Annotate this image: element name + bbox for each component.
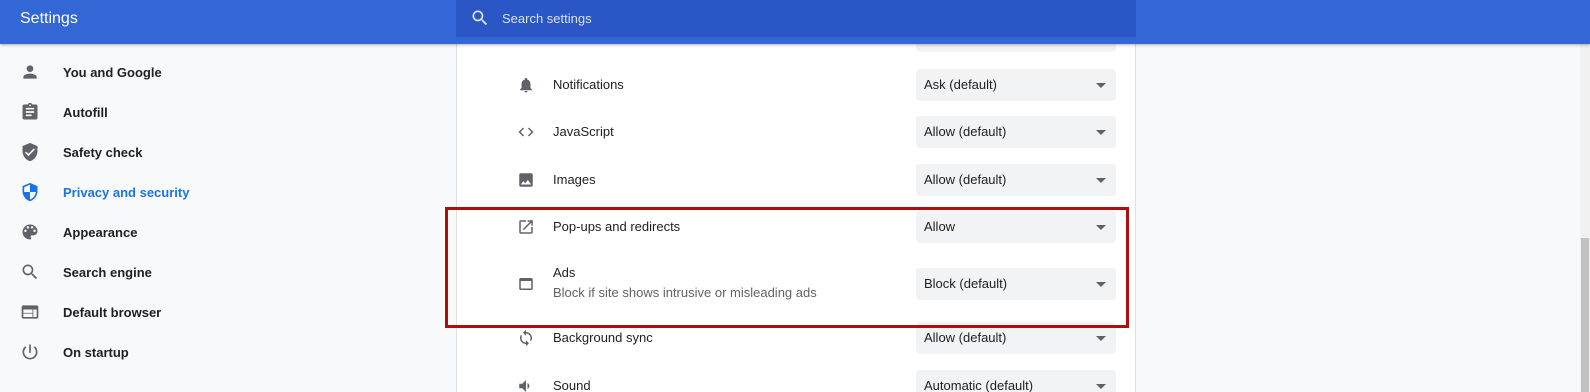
- sidebar-item-label: Search engine: [63, 264, 152, 280]
- images-dropdown[interactable]: Allow (default): [916, 164, 1116, 196]
- sidebar-item-label: On startup: [63, 344, 129, 360]
- sidebar-item-you-and-google[interactable]: You and Google: [0, 52, 420, 92]
- shield-check-icon: [20, 142, 40, 162]
- dropdown-arrow-icon: [1096, 384, 1106, 389]
- sidebar-item-privacy-and-security[interactable]: Privacy and security: [0, 172, 420, 212]
- dropdown-arrow-icon: [1096, 83, 1106, 88]
- popups-dropdown[interactable]: Allow: [916, 211, 1116, 243]
- setting-row-ads: Ads Block if site shows intrusive or mis…: [457, 265, 1135, 302]
- power-icon: [20, 342, 40, 362]
- setting-row-javascript: JavaScript Allow (default): [457, 116, 1135, 148]
- sidebar-item-appearance[interactable]: Appearance: [0, 212, 420, 252]
- sidebar-item-label: Autofill: [63, 104, 108, 120]
- scrollbar-thumb[interactable]: [1581, 238, 1589, 392]
- page-title: Settings: [20, 10, 78, 27]
- setting-row-sound: Sound Automatic (default): [457, 370, 1135, 392]
- top-bar: Settings: [0, 0, 1590, 44]
- search-box[interactable]: [456, 0, 1136, 37]
- browser-icon: [20, 302, 40, 322]
- setting-label: Background sync: [553, 330, 653, 345]
- dropdown-value: Block (default): [924, 276, 1008, 291]
- search-input[interactable]: [502, 5, 1102, 31]
- dropdown-value: Allow (default): [924, 330, 1007, 345]
- dropdown-value: Ask (default): [924, 77, 997, 92]
- sound-dropdown[interactable]: Automatic (default): [916, 370, 1116, 392]
- site-settings-card: Notifications Ask (default) JavaScript A…: [456, 0, 1136, 392]
- dropdown-value: Allow (default): [924, 124, 1007, 139]
- sidebar-item-safety-check[interactable]: Safety check: [0, 132, 420, 172]
- ads-dropdown[interactable]: Block (default): [916, 268, 1116, 300]
- palette-icon: [20, 222, 40, 242]
- setting-label: Images: [553, 172, 596, 187]
- clipboard-icon: [20, 102, 40, 122]
- setting-label: Ads: [553, 265, 576, 280]
- dropdown-value: Automatic (default): [924, 378, 1034, 392]
- sidebar-item-label: Safety check: [63, 144, 143, 160]
- dropdown-value: Allow (default): [924, 172, 1007, 187]
- setting-label: JavaScript: [553, 124, 614, 139]
- dropdown-arrow-icon: [1096, 225, 1106, 230]
- setting-row-popups: Pop-ups and redirects Allow: [457, 211, 1135, 243]
- volume-icon: [519, 380, 530, 392]
- open-in-new-icon: [519, 220, 533, 234]
- search-icon: [472, 10, 488, 26]
- notifications-dropdown[interactable]: Ask (default): [916, 69, 1116, 101]
- sidebar-item-default-browser[interactable]: Default browser: [0, 292, 420, 332]
- sidebar: You and Google Autofill Safety check Pri…: [0, 52, 420, 372]
- window-icon: [519, 278, 533, 290]
- setting-label: Pop-ups and redirects: [553, 219, 681, 234]
- setting-label: Notifications: [553, 77, 624, 92]
- sidebar-item-autofill[interactable]: Autofill: [0, 92, 420, 132]
- javascript-dropdown[interactable]: Allow (default): [916, 116, 1116, 148]
- dropdown-arrow-icon: [1096, 178, 1106, 183]
- person-icon: [20, 62, 40, 82]
- sidebar-item-label: Privacy and security: [63, 184, 190, 200]
- background-sync-dropdown[interactable]: Allow (default): [916, 322, 1116, 354]
- image-icon: [519, 173, 533, 187]
- sidebar-item-search-engine[interactable]: Search engine: [0, 252, 420, 292]
- dropdown-arrow-icon: [1096, 282, 1106, 287]
- sync-icon: [520, 329, 532, 347]
- dropdown-arrow-icon: [1096, 336, 1106, 341]
- setting-row-notifications: Notifications Ask (default): [457, 69, 1135, 101]
- sidebar-item-label: Default browser: [63, 304, 162, 320]
- setting-row-background-sync: Background sync Allow (default): [457, 322, 1135, 354]
- dropdown-arrow-icon: [1096, 130, 1106, 135]
- search-icon: [20, 262, 40, 282]
- sidebar-item-label: You and Google: [63, 64, 162, 80]
- setting-row-images: Images Allow (default): [457, 164, 1135, 196]
- shield-icon: [20, 182, 40, 202]
- sidebar-item-on-startup[interactable]: On startup: [0, 332, 420, 372]
- setting-label: Sound: [553, 378, 591, 392]
- sidebar-item-label: Appearance: [63, 224, 138, 240]
- setting-sublabel: Block if site shows intrusive or mislead…: [553, 285, 817, 300]
- bell-icon: [520, 77, 532, 93]
- code-icon: [518, 127, 534, 137]
- dropdown-value: Allow: [924, 219, 956, 234]
